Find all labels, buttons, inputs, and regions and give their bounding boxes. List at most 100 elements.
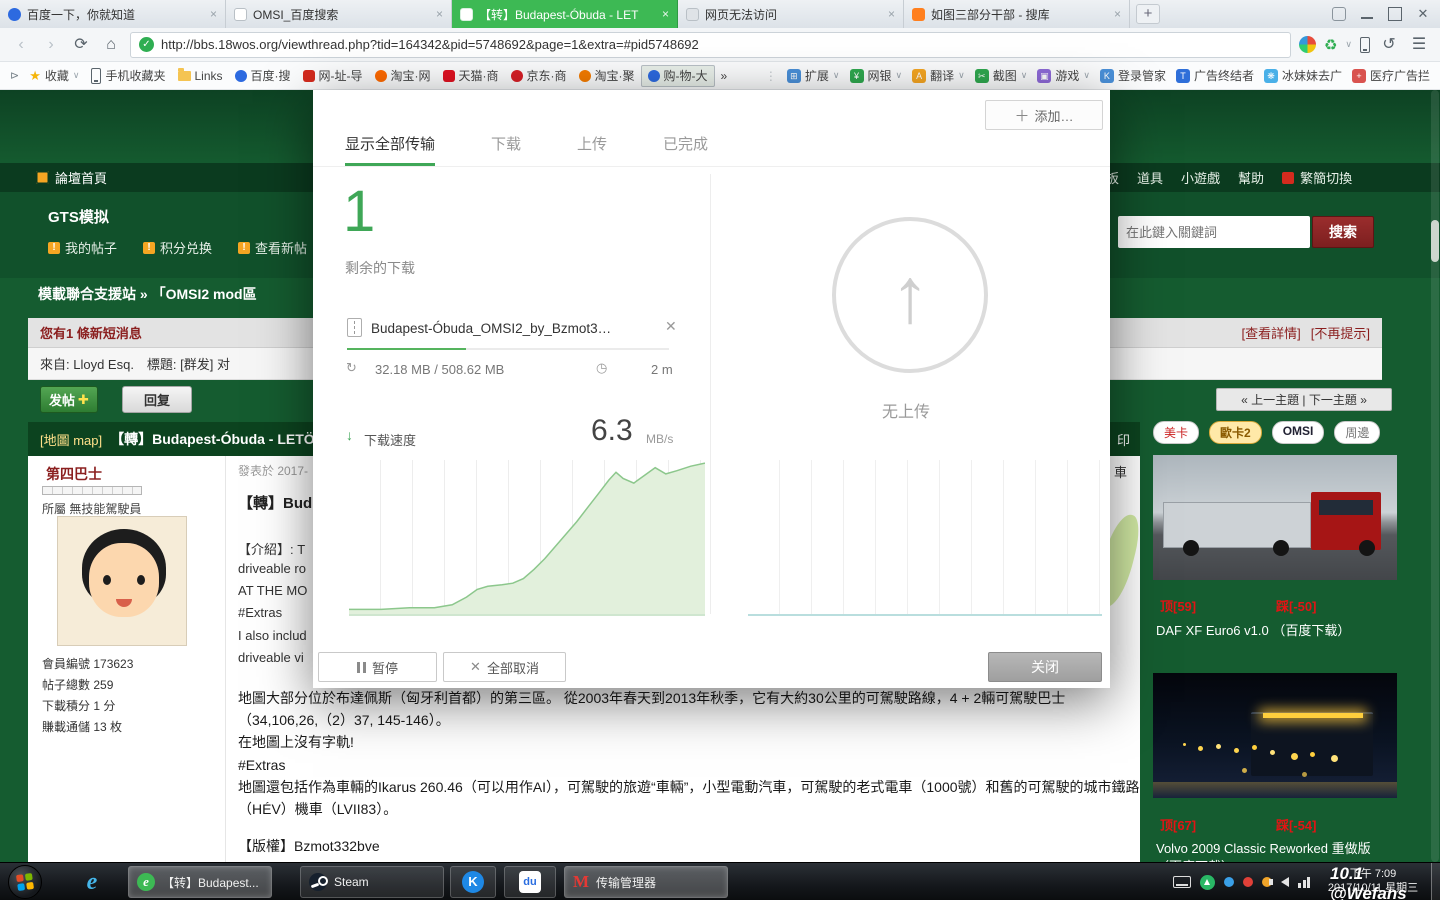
forward-button[interactable]: › (40, 33, 62, 57)
view-detail-link[interactable]: [查看詳情] (1242, 323, 1301, 342)
tab-all-transfers[interactable]: 显示全部传输 (345, 133, 435, 166)
plugin-games[interactable]: ▣ 游戏 ∨ (1033, 67, 1094, 84)
tab-completed[interactable]: 已完成 (663, 133, 708, 166)
keyboard-icon[interactable] (1173, 876, 1191, 888)
new-posts-link[interactable]: ! 查看新帖 (238, 238, 307, 257)
breadcrumb[interactable]: 模載聯合支援站 » 「OMSI2 mod區 (38, 284, 257, 304)
sidebar-tab-ats[interactable]: 美卡 (1153, 421, 1199, 444)
retry-icon[interactable]: ↻ (346, 360, 357, 376)
bookmark-links-folder[interactable]: Links (172, 65, 229, 87)
remove-download-icon[interactable]: ✕ (665, 318, 677, 335)
bookmark-site-active[interactable]: 购-物-大 (641, 65, 715, 87)
bookmark-site[interactable]: 百度·搜 (229, 65, 297, 87)
refresh-button[interactable]: ⟳ (70, 33, 92, 57)
tab-close-icon[interactable]: × (210, 7, 217, 21)
plugin-adfilter-bing[interactable]: ❋ 冰妹妹去广 (1260, 67, 1346, 84)
tab-close-icon[interactable]: × (662, 7, 669, 21)
favorites-menu[interactable]: ★ 收藏 ∨ (23, 65, 85, 87)
back-button[interactable]: ‹ (10, 33, 32, 57)
close-window-button[interactable]: ✕ (1416, 7, 1430, 21)
minimize-button[interactable] (1360, 7, 1374, 21)
download-file-name[interactable]: Budapest-Óbuda_OMSI2_by_Bzmot3… (371, 321, 611, 336)
bookmark-mobile-favorites[interactable]: 手机收藏夹 (85, 65, 171, 87)
taskbar-task-browser[interactable]: e 【转】Budapest... (128, 866, 272, 898)
sidebar-mod-title[interactable]: Volvo 2009 Classic Reworked 重做版（百度下载） (1156, 840, 1394, 862)
bookmarks-overflow-chevron[interactable]: » (715, 65, 734, 87)
add-download-button[interactable]: ＋ 添加… (985, 100, 1103, 130)
my-posts-link[interactable]: ! 我的帖子 (48, 238, 117, 257)
phone-sync-icon[interactable] (1360, 37, 1370, 53)
speed-test-icon[interactable] (1299, 36, 1316, 53)
bookmark-site[interactable]: 京东·商 (505, 65, 573, 87)
forum-search-input[interactable] (1118, 216, 1310, 248)
scrollbar-thumb[interactable] (1431, 220, 1439, 262)
taskbar-task-transfer-manager[interactable]: M 传输管理器 (564, 866, 728, 898)
upvote-count[interactable]: 顶[59] (1160, 596, 1196, 615)
dismiss-link[interactable]: [不再提示] (1311, 323, 1370, 342)
downvote-count[interactable]: 踩[-50] (1276, 596, 1316, 615)
maximize-button[interactable] (1388, 7, 1402, 21)
cancel-all-button[interactable]: ✕ 全部取消 (443, 652, 566, 682)
chevron-down-icon[interactable]: ∨ (1345, 39, 1352, 50)
browser-tab-4[interactable]: 网页无法访问 × (678, 0, 904, 28)
post-author-name[interactable]: 第四巴士 (46, 464, 102, 484)
plugin-password-manager[interactable]: K 登录管家 (1096, 67, 1170, 84)
url-text[interactable]: http://bbs.18wos.org/viewthread.php?tid=… (161, 37, 699, 52)
volume-icon[interactable] (1281, 877, 1289, 887)
bookmark-site[interactable]: 网-址-导 (297, 65, 369, 87)
reply-button[interactable]: 回复 (122, 386, 192, 413)
restore-session-icon[interactable]: ↺ (1378, 33, 1400, 57)
tab-close-icon[interactable]: × (436, 7, 443, 21)
points-exchange-link[interactable]: ! 积分兑换 (143, 238, 212, 257)
pause-button[interactable]: 暂停 (318, 652, 437, 682)
address-bar[interactable]: ✓ http://bbs.18wos.org/viewthread.php?ti… (130, 32, 1291, 58)
taskbar-task-du[interactable]: du (504, 866, 556, 898)
nav-item[interactable]: 幫助 (1238, 168, 1264, 187)
browser-tab-5[interactable]: 如图三部分干部 - 搜库 × (904, 0, 1130, 28)
avatar[interactable] (57, 516, 187, 646)
forum-home-link[interactable]: 論壇首頁 (55, 168, 107, 187)
browser-tab-3-active[interactable]: 【转】Budapest-Óbuda - LET × (452, 0, 678, 28)
new-tab-button[interactable]: + (1136, 4, 1160, 24)
page-scrollbar[interactable] (1431, 90, 1439, 862)
bookmark-site[interactable]: 天猫·商 (437, 65, 505, 87)
tab-uploads[interactable]: 上传 (577, 133, 607, 166)
start-button[interactable] (8, 865, 42, 899)
close-dialog-button[interactable]: 关闭 (988, 652, 1102, 682)
tab-downloads[interactable]: 下载 (491, 133, 521, 166)
home-button[interactable]: ⌂ (100, 33, 122, 57)
forum-search-button[interactable]: 搜索 (1312, 216, 1374, 248)
plugin-ebank[interactable]: ¥ 网银 ∨ (846, 67, 907, 84)
nav-item[interactable]: 小遊戲 (1181, 168, 1220, 187)
bookmark-site[interactable]: 淘宝·聚 (573, 65, 641, 87)
taskbar-ie-icon[interactable]: e (72, 867, 112, 897)
bookmark-site[interactable]: 淘宝·网 (369, 65, 437, 87)
tray-app-icon[interactable] (1224, 877, 1234, 887)
new-post-button[interactable]: 发帖 ✚ (40, 386, 98, 413)
plugin-translate[interactable]: A 翻译 ∨ (908, 67, 969, 84)
network-icon[interactable] (1298, 877, 1310, 888)
tab-close-icon[interactable]: × (1114, 7, 1121, 21)
skin-icon[interactable] (1332, 7, 1346, 21)
prev-next-topic-pager[interactable]: « 上一主題 | 下一主題 » (1216, 388, 1392, 411)
nav-item-language-switch[interactable]: 繁簡切換 (1300, 168, 1352, 187)
browser-tab-2[interactable]: OMSI_百度搜索 × (226, 0, 452, 28)
sidebar-tab-misc[interactable]: 周邊 (1334, 421, 1380, 444)
taskbar-task-k[interactable]: K (450, 866, 496, 898)
upvote-count[interactable]: 顶[67] (1160, 815, 1196, 834)
plugin-extensions[interactable]: ⊞ 扩展 ∨ (783, 67, 844, 84)
print-link-fragment[interactable]: 印 (1117, 430, 1130, 449)
plugin-ad-terminator[interactable]: T 广告终结者 (1172, 67, 1258, 84)
plugin-screenshot[interactable]: ✂ 截图 ∨ (971, 67, 1032, 84)
browser-tab-1[interactable]: 百度一下，你就知道 × (0, 0, 226, 28)
sidebar-tab-omsi[interactable]: OMSI (1272, 421, 1325, 444)
plugin-medical-ad-block[interactable]: + 医疗广告拦 (1348, 67, 1434, 84)
sidebar-mod-thumbnail-volvo[interactable] (1153, 673, 1397, 798)
taskbar-task-steam[interactable]: Steam (300, 866, 444, 898)
upload-tray-icon[interactable] (1200, 875, 1215, 890)
sidebar-mod-title[interactable]: DAF XF Euro6 v1.0 （百度下载） (1156, 622, 1394, 640)
collapse-bookmarks-icon[interactable]: ⊳ (6, 69, 23, 82)
no-trace-mode-icon[interactable]: ♻ (1324, 36, 1337, 54)
menu-icon[interactable]: ☰ (1408, 33, 1430, 57)
nav-item[interactable]: 道具 (1137, 168, 1163, 187)
